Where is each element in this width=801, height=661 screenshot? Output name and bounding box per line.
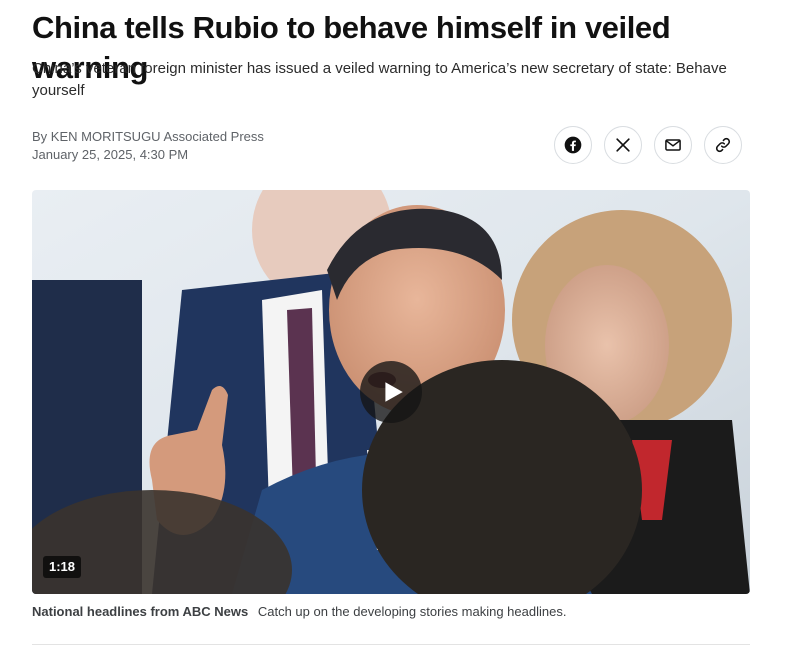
- author-line: By KEN MORITSUGU Associated Press: [32, 129, 264, 144]
- facebook-icon: [564, 136, 582, 154]
- share-facebook-button[interactable]: [554, 126, 592, 164]
- caption-source[interactable]: National headlines from ABC News: [32, 604, 248, 619]
- mail-icon: [665, 139, 681, 151]
- article-summary: China’s veteran foreign minister has iss…: [32, 60, 727, 99]
- caption-text: Catch up on the developing stories makin…: [257, 604, 567, 619]
- play-button[interactable]: [360, 361, 422, 423]
- video-duration-badge: 1:18: [43, 556, 82, 578]
- byline-block: By KEN MORITSUGU Associated Press Januar…: [32, 128, 264, 164]
- section-divider: [32, 644, 750, 645]
- video-player[interactable]: 1:18: [32, 190, 750, 594]
- publish-timestamp: January 25, 2025, 4:30 PM: [32, 147, 189, 162]
- link-icon: [715, 137, 731, 153]
- share-email-button[interactable]: [654, 126, 692, 164]
- x-icon: [616, 138, 630, 152]
- share-bar: [554, 126, 742, 164]
- share-x-button[interactable]: [604, 126, 642, 164]
- play-icon: [385, 382, 403, 402]
- video-caption: National headlines from ABC News Catch u…: [32, 603, 566, 621]
- copy-link-button[interactable]: [704, 126, 742, 164]
